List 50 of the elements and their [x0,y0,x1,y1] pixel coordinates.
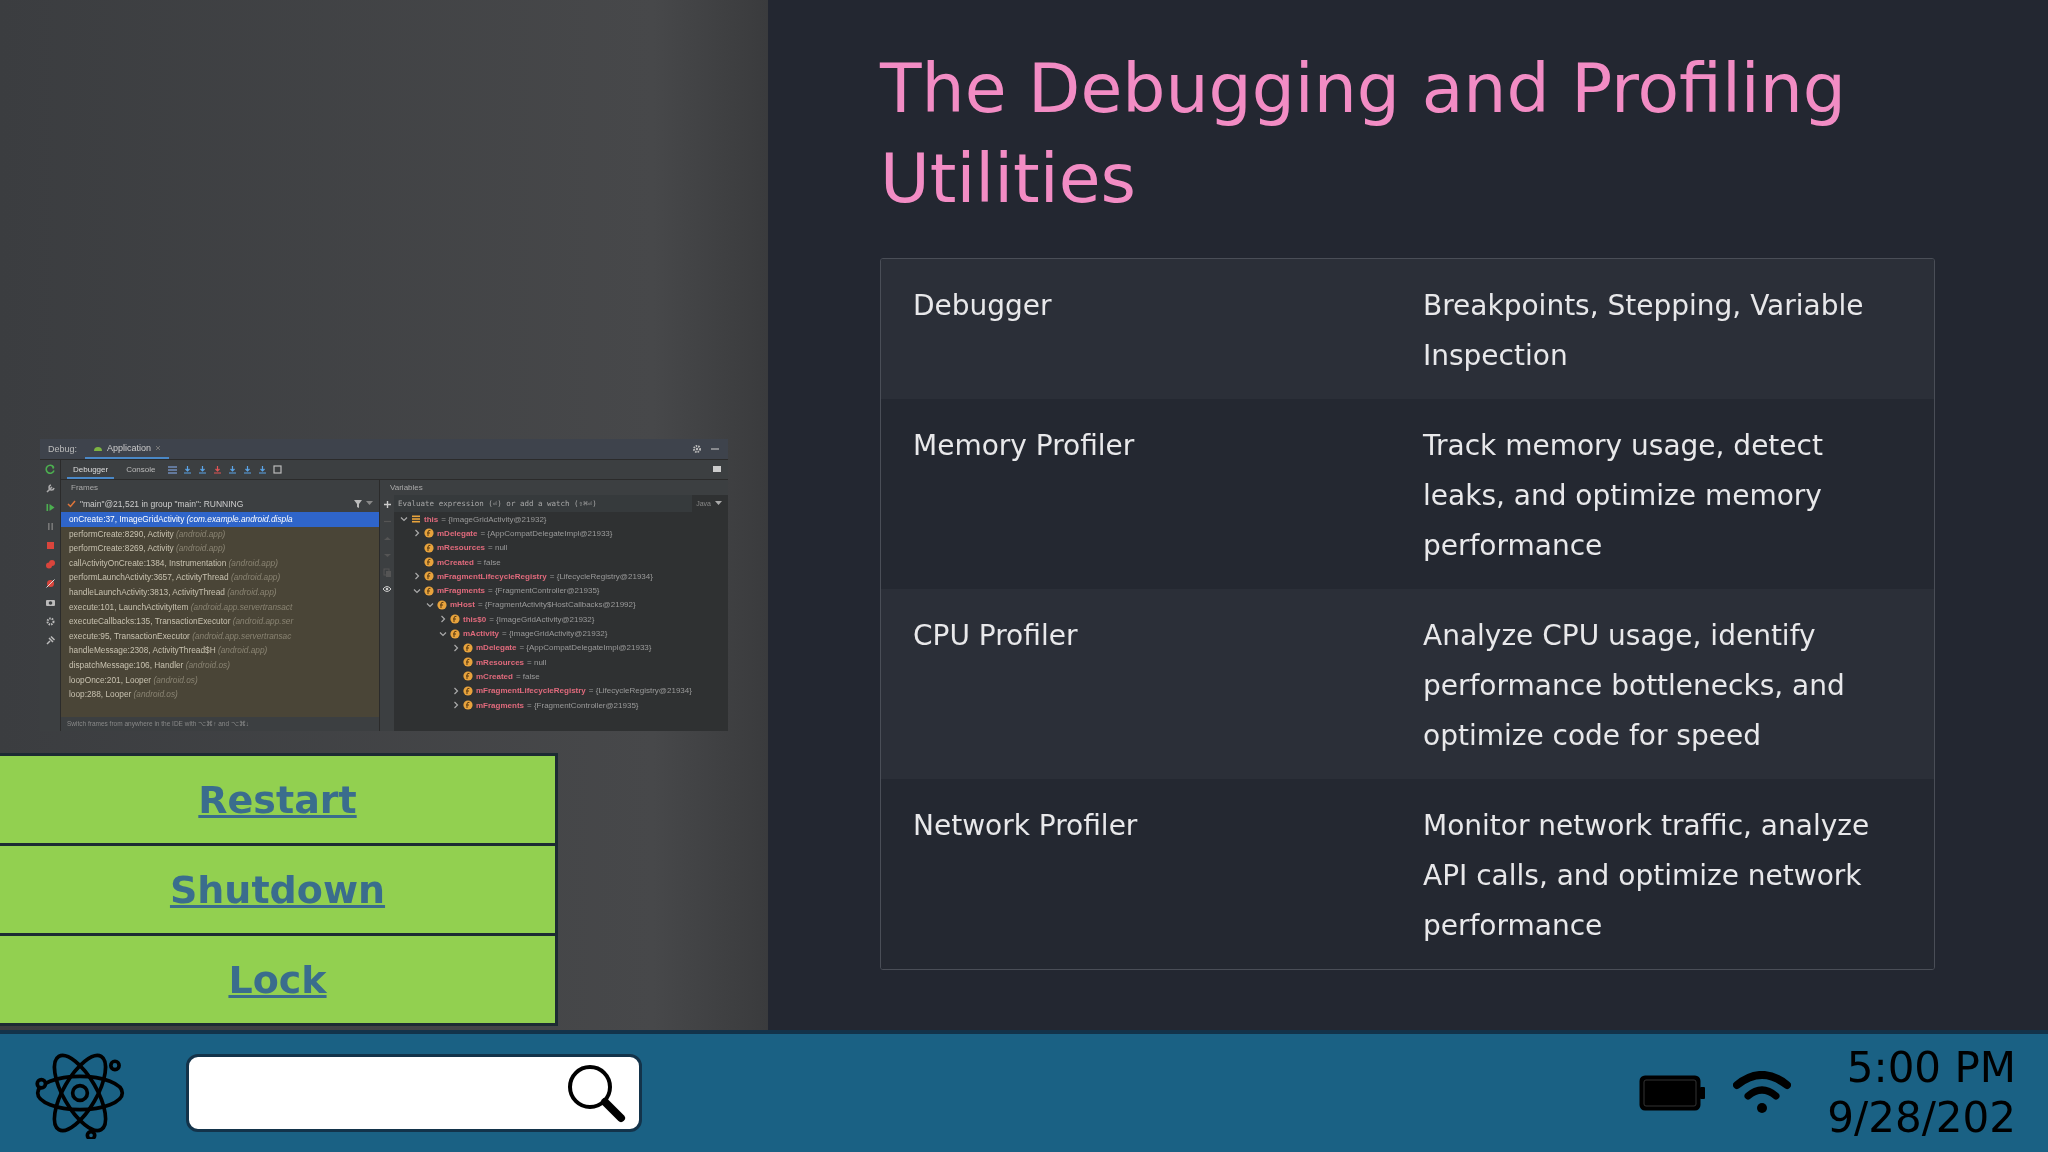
tool-description: Track memory usage, detect leaks, and optimize memory performance [1423,428,1824,564]
variable-value: = {ImageGridActivity@21932} [489,614,595,624]
stack-frame[interactable]: onCreate:37, ImageGridActivity (com.example.android.displa [61,512,379,527]
variable-name: mCreated [476,671,513,681]
panel-title: Frames [61,480,379,495]
tab-label: Application [107,443,152,453]
action-button[interactable]: Shutdown [0,843,558,936]
tool-window-label: Debug: [48,444,78,454]
variable-name: mResources [476,657,525,667]
variable-name: mFragmentLifecycleRegistry [437,571,547,581]
action-button[interactable]: Lock [0,933,558,1026]
variable-value: = {FragmentController@21935} [488,586,600,596]
slide-title: The Debugging and Profiling Utilities [880,48,1847,220]
variable-name: mDelegate [437,528,478,538]
variable-name: mResources [437,543,486,553]
variable-value: = {AppCompatDelegateImpl@21933} [519,643,652,653]
variable-name: this [424,514,439,524]
variable-name: mActivity [463,629,499,638]
tool-description: Analyze CPU usage, identify performance bottlenecks, and optimize code for speed [1423,618,1846,754]
tool-name: CPU Profiler [913,618,1079,654]
variable-value: = {AppCompatDelegateImpl@21933} [480,528,613,538]
clock-time: 5:00 PM [1846,1043,2016,1093]
variable-value: = null [488,543,508,553]
variable-name: mDelegate [476,643,517,653]
variable-value: = false [476,557,501,567]
tool-name: Debugger [913,288,1053,324]
action-button[interactable]: Restart [0,753,558,846]
variable-value: = null [527,657,547,667]
variable-name: mCreated [437,557,474,567]
tool-description: Breakpoints, Stepping, Variable Inspection [1423,288,1865,374]
variable-value: = {FragmentController@21935} [527,700,639,710]
variable-name: mFragments [437,586,485,596]
variable-value: = {LifecycleRegistry@21934} [549,571,653,581]
variable-name: this$0 [463,614,487,624]
variable-value: = {FragmentActivity$HostCallbacks@21992} [477,600,636,610]
tool-name: Network Profiler [913,808,1139,844]
stack-frame[interactable]: handleLaunchActivity:3813, ActivityThread (android.app) [61,584,379,600]
variable-name: mHost [450,600,475,610]
tool-name: Memory Profiler [913,428,1136,464]
variable-value: = {LifecycleRegistry@21934} [588,686,692,696]
variable-name: mFragmentLifecycleRegistry [476,686,586,696]
variable-name: mFragments [476,700,524,710]
variable-value: = {ImageGridActivity@21932} [502,629,608,638]
variable-value: = {ImageGridActivity@21932} [441,514,547,524]
clock-date: 9/28/202 [1827,1093,2016,1143]
tool-description: Monitor network traffic, analyze API calls, and optimize network performance [1423,808,1871,944]
panel-tab[interactable]: Console [120,460,162,479]
panel-title: Variables [380,480,728,495]
application-tab[interactable]: Application [85,439,170,459]
variable-value: = false [515,671,540,681]
